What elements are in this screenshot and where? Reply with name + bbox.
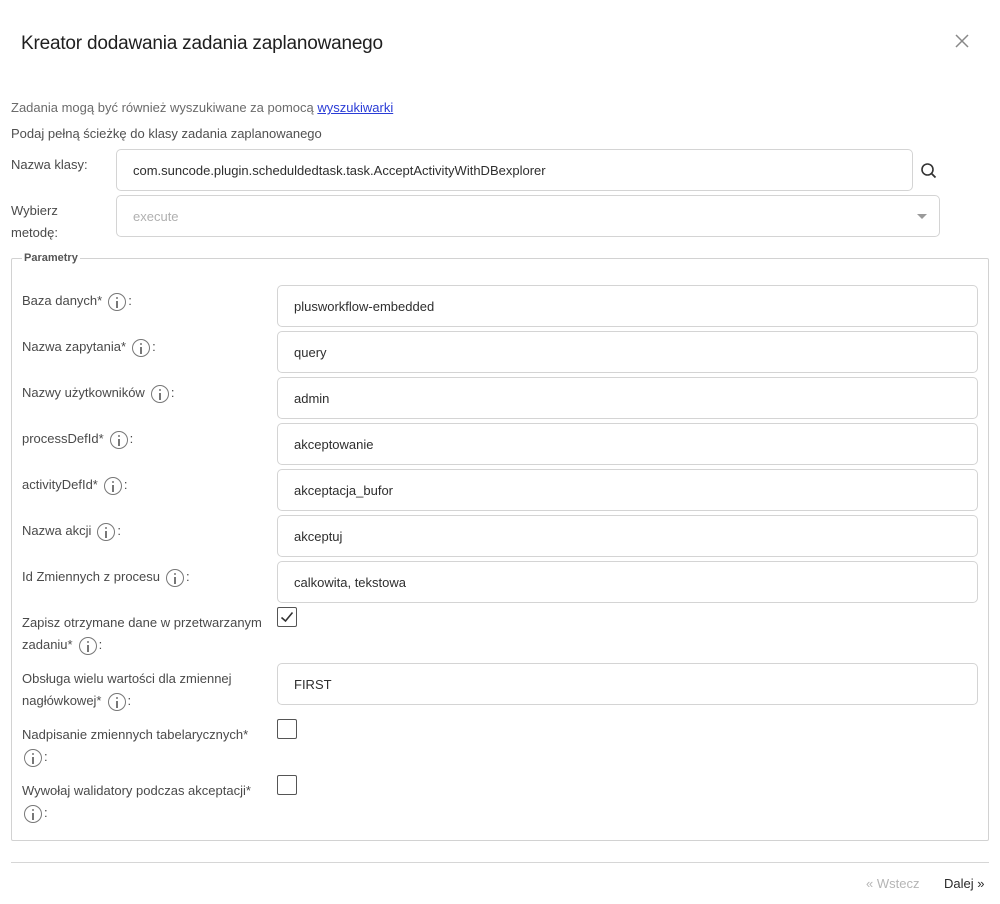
- info-icon[interactable]: [107, 692, 126, 711]
- database-label: Baza danych*:: [22, 290, 132, 312]
- search-hint-text: Zadania mogą być również wyszukiwane za …: [11, 100, 318, 115]
- database-value: plusworkflow-embedded: [294, 298, 435, 314]
- method-select[interactable]: execute: [116, 195, 940, 237]
- overwrite-table-vars-label-text: Nadpisanie zmiennych tabelarycznych*: [22, 727, 249, 742]
- usernames-label: Nazwy użytkowników:: [22, 382, 174, 404]
- path-hint: Podaj pełną ścieżkę do klasy zadania zap…: [11, 126, 322, 141]
- info-icon[interactable]: [97, 522, 116, 541]
- info-icon[interactable]: [150, 384, 169, 403]
- method-label: Wybierz metodę:: [11, 200, 58, 244]
- action-name-value: akceptuj: [294, 528, 343, 544]
- save-data-label: Zapisz otrzymane dane w przetwarzanym za…: [22, 612, 262, 656]
- run-validators-label: Wywołaj walidatory podczas akceptacji* :: [22, 780, 251, 824]
- overwrite-table-vars-label: Nadpisanie zmiennych tabelarycznych* :: [22, 724, 248, 768]
- query-name-input[interactable]: query: [277, 331, 978, 373]
- close-icon[interactable]: [952, 31, 972, 51]
- chevron-down-icon: [917, 214, 927, 219]
- info-icon[interactable]: [108, 292, 127, 311]
- info-icon[interactable]: [24, 804, 42, 823]
- usernames-input[interactable]: admin: [277, 377, 978, 419]
- run-validators-checkbox[interactable]: [277, 775, 297, 795]
- info-icon[interactable]: [103, 476, 122, 495]
- info-icon[interactable]: [166, 568, 185, 587]
- info-icon[interactable]: [24, 748, 42, 767]
- variable-ids-label-text: Id Zmiennych z procesu: [22, 569, 161, 584]
- database-label-text: Baza danych*: [22, 293, 103, 308]
- multi-value-input[interactable]: FIRST: [277, 663, 978, 705]
- activity-def-id-value: akceptacja_bufor: [294, 482, 394, 498]
- parameters-legend: Parametry: [24, 252, 78, 264]
- search-icon[interactable]: [918, 160, 940, 182]
- info-icon[interactable]: [132, 338, 151, 357]
- search-link[interactable]: wyszukiwarki: [317, 100, 393, 115]
- class-name-value: com.suncode.plugin.scheduldedtask.task.A…: [133, 162, 546, 178]
- check-icon: [280, 611, 294, 623]
- back-button[interactable]: « Wstecz: [866, 876, 919, 891]
- multi-value-label: Obsługa wielu wartości dla zmiennej nagł…: [22, 668, 232, 712]
- class-name-input[interactable]: com.suncode.plugin.scheduldedtask.task.A…: [116, 149, 913, 191]
- multi-value-label-line1: Obsługa wielu wartości dla zmiennej: [22, 671, 232, 686]
- dialog-title: Kreator dodawania zadania zaplanowanego: [21, 33, 383, 54]
- variable-ids-label: Id Zmiennych z procesu:: [22, 566, 190, 588]
- save-data-label-line2: zadaniu*: [22, 637, 73, 652]
- usernames-label-text: Nazwy użytkowników: [22, 385, 145, 400]
- save-data-label-line1: Zapisz otrzymane dane w przetwarzanym: [22, 615, 262, 630]
- info-icon[interactable]: [109, 430, 128, 449]
- process-def-id-value: akceptowanie: [294, 436, 374, 452]
- process-def-id-label-text: processDefId*: [22, 431, 104, 446]
- next-button[interactable]: Dalej »: [944, 876, 984, 891]
- action-name-input[interactable]: akceptuj: [277, 515, 978, 557]
- variable-ids-input[interactable]: calkowita, tekstowa: [277, 561, 978, 603]
- action-name-label-text: Nazwa akcji: [22, 523, 92, 538]
- info-icon[interactable]: [78, 636, 97, 655]
- usernames-value: admin: [294, 390, 330, 406]
- method-label-line2: metodę:: [11, 225, 58, 240]
- activity-def-id-label: activityDefId*:: [22, 474, 128, 496]
- search-hint: Zadania mogą być również wyszukiwane za …: [11, 100, 393, 115]
- method-value: execute: [133, 208, 179, 224]
- overwrite-table-vars-checkbox[interactable]: [277, 719, 297, 739]
- action-name-label: Nazwa akcji:: [22, 520, 121, 542]
- query-name-value: query: [294, 344, 327, 360]
- process-def-id-input[interactable]: akceptowanie: [277, 423, 978, 465]
- multi-value-label-line2: nagłówkowej*: [22, 693, 102, 708]
- run-validators-label-text: Wywołaj walidatory podczas akceptacji*: [22, 783, 251, 798]
- activity-def-id-label-text: activityDefId*: [22, 477, 98, 492]
- process-def-id-label: processDefId*:: [22, 428, 133, 450]
- query-name-label-text: Nazwa zapytania*: [22, 339, 127, 354]
- variable-ids-value: calkowita, tekstowa: [294, 574, 406, 590]
- database-input[interactable]: plusworkflow-embedded: [277, 285, 978, 327]
- multi-value-value: FIRST: [294, 676, 332, 692]
- save-data-checkbox[interactable]: [277, 607, 297, 627]
- query-name-label: Nazwa zapytania*:: [22, 336, 156, 358]
- task-wizard-dialog: Kreator dodawania zadania zaplanowanego …: [0, 0, 1000, 904]
- footer-divider: [11, 862, 989, 863]
- class-name-label: Nazwa klasy:: [11, 157, 88, 172]
- method-label-line1: Wybierz: [11, 203, 58, 218]
- activity-def-id-input[interactable]: akceptacja_bufor: [277, 469, 978, 511]
